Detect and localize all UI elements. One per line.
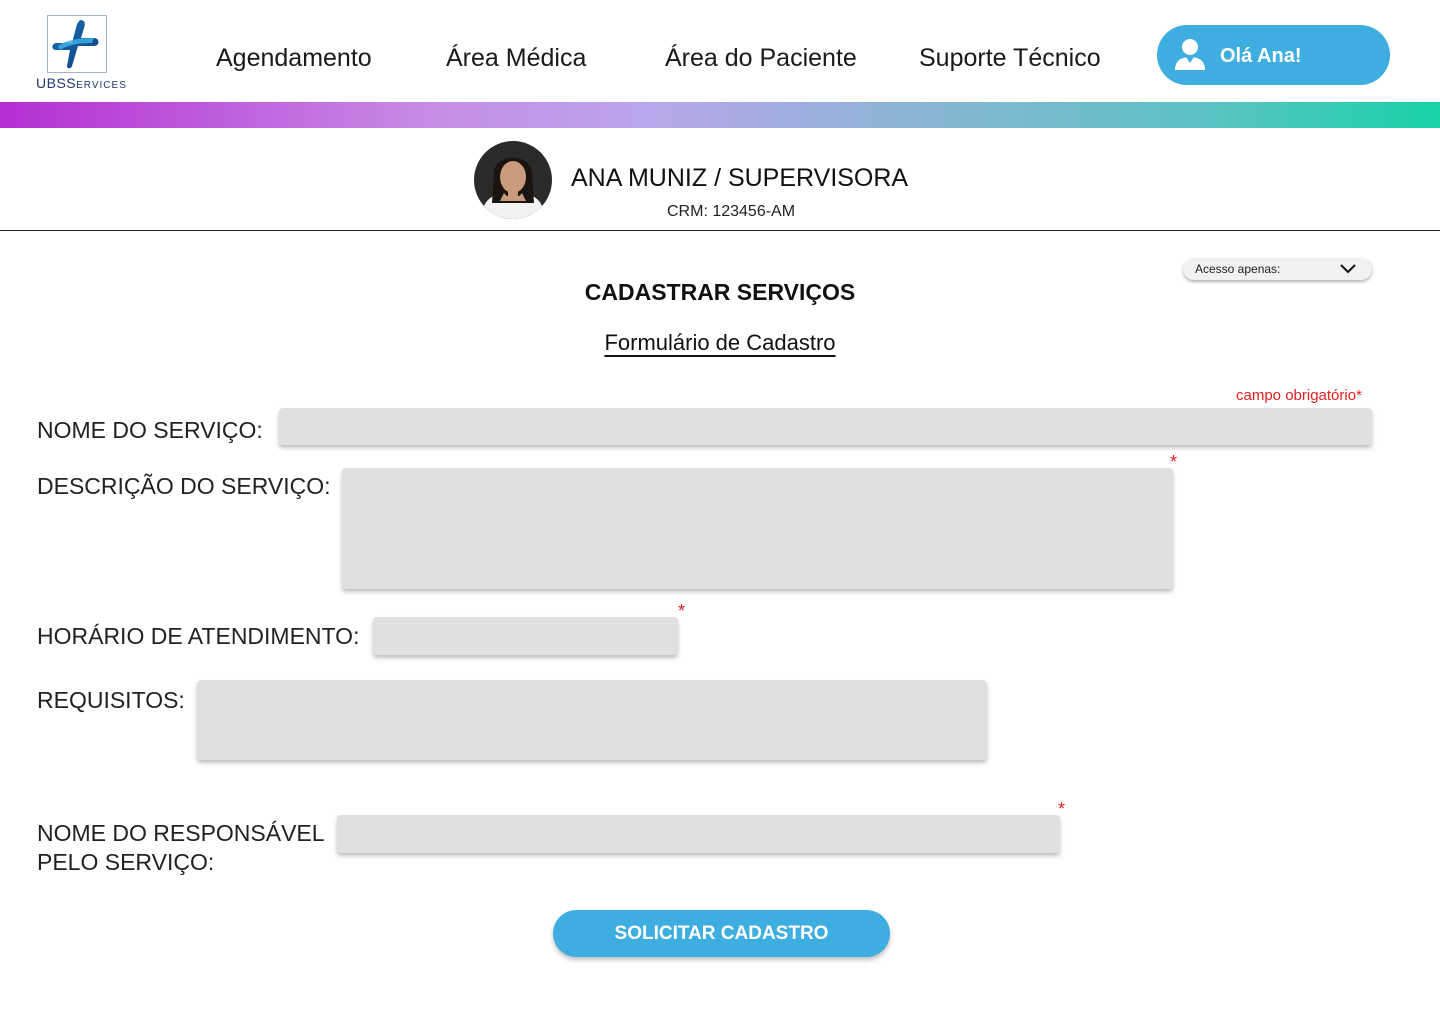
avatar	[474, 141, 552, 219]
requirements-field[interactable]	[197, 680, 987, 760]
required-field-note: campo obrigatório*	[1236, 387, 1362, 404]
profile-crm: CRM: 123456-AM	[667, 203, 796, 220]
responsible-label-line1: NOME DO RESPONSÁVEL	[37, 820, 325, 846]
page-title: CADASTRAR SERVIÇOS	[584, 279, 856, 305]
user-account-button[interactable]: Olá Ana!	[1157, 25, 1390, 85]
requirements-label: REQUISITOS:	[37, 687, 185, 713]
responsible-name-field[interactable]	[337, 815, 1060, 853]
profile-name: ANA MUNIZ / SUPERVISORA	[571, 164, 909, 192]
access-dropdown[interactable]: Acesso apenas:	[1183, 258, 1372, 280]
chevron-down-icon	[1340, 264, 1356, 274]
service-description-label: DESCRIÇÃO DO SERVIÇO:	[37, 473, 331, 499]
profile-divider	[0, 230, 1440, 231]
service-name-field[interactable]	[279, 408, 1372, 445]
required-mark: *	[1170, 452, 1178, 472]
gradient-divider	[0, 102, 1440, 128]
schedule-label: HORÁRIO DE ATENDIMENTO:	[37, 623, 360, 649]
nav-agendamento[interactable]: Agendamento	[216, 44, 372, 73]
service-name-label: NOME DO SERVIÇO:	[37, 417, 263, 443]
required-mark: *	[678, 601, 686, 621]
logo-wordmark: UBSSERVICES	[36, 75, 127, 91]
required-mark: *	[1058, 799, 1066, 819]
logo-cross-icon	[47, 15, 107, 73]
access-dropdown-label: Acesso apenas:	[1195, 262, 1281, 276]
schedule-field[interactable]	[373, 617, 678, 655]
submit-registration-button[interactable]: SOLICITAR CADASTRO	[553, 910, 890, 957]
responsible-label-line2: PELO SERVIÇO:	[37, 849, 215, 875]
ubservices-logo[interactable]: UBSSERVICES	[36, 14, 126, 94]
responsible-label: NOME DO RESPONSÁVEL PELO SERVIÇO:	[37, 819, 325, 877]
top-header: UBSSERVICES Agendamento Área Médica Área…	[0, 0, 1440, 102]
service-description-field[interactable]	[342, 468, 1173, 589]
form-subtitle: Formulário de Cadastro	[604, 330, 836, 355]
nav-area-medica[interactable]: Área Médica	[446, 44, 586, 73]
nav-suporte-tecnico[interactable]: Suporte Técnico	[919, 44, 1101, 73]
nav-area-do-paciente[interactable]: Área do Paciente	[665, 44, 857, 73]
user-icon	[1175, 39, 1205, 70]
user-greeting: Olá Ana!	[1220, 45, 1302, 67]
